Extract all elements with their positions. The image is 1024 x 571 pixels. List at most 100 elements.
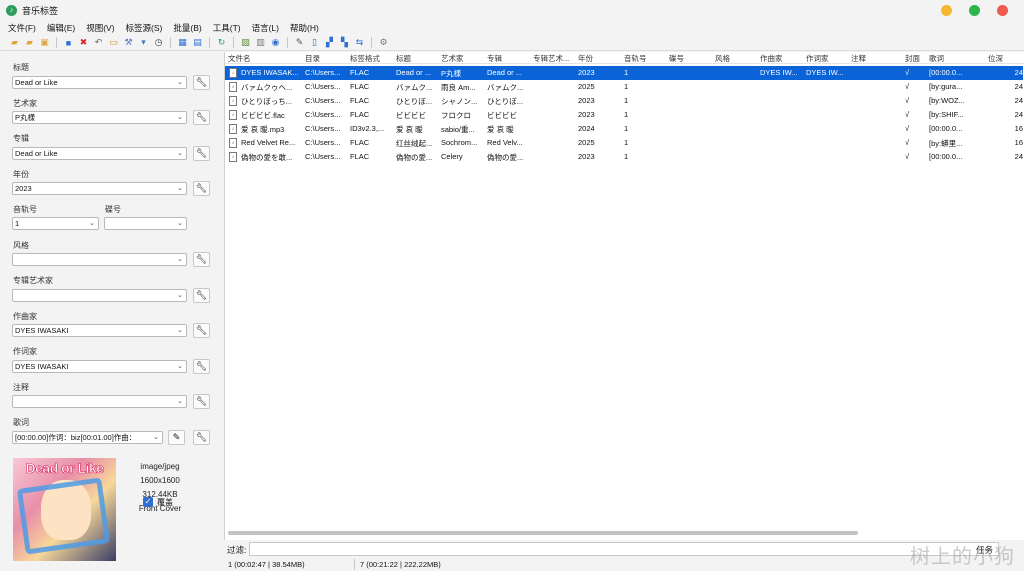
- column-header[interactable]: 作曲家: [760, 53, 804, 64]
- open-folder-icon[interactable]: ▰: [8, 37, 21, 49]
- close-button[interactable]: [997, 5, 1008, 16]
- table-row[interactable]: ♪ ビビビビ.flac C:\Users... FLAC ビビビビ フロクロ ビビビビ 202…: [225, 108, 1023, 122]
- table-row[interactable]: ♪ 爱 哀 暧.mp3 C:\Users... ID3v2.3,... 爱 哀 暧 sab…: [225, 122, 1023, 136]
- title-wrench-button[interactable]: 🔧︎: [193, 75, 210, 90]
- table-cell: C:\Users...: [305, 82, 341, 91]
- menu-view[interactable]: 视图(V): [86, 22, 114, 34]
- chevron-down-icon[interactable]: ⌄: [177, 77, 183, 88]
- chevron-down-icon[interactable]: ⌄: [177, 254, 183, 265]
- genre-field[interactable]: ⌄: [12, 253, 187, 266]
- chevron-down-icon[interactable]: ⌄: [89, 218, 95, 229]
- column-header[interactable]: 专辑: [487, 53, 531, 64]
- menu-edit[interactable]: 编辑(E): [47, 22, 75, 34]
- menu-batch[interactable]: 批量(B): [173, 22, 201, 34]
- undo-icon[interactable]: ↶: [92, 37, 105, 49]
- column-header[interactable]: 文件名: [228, 53, 303, 64]
- add-files-icon[interactable]: ▣: [38, 37, 51, 49]
- cover-art[interactable]: Dead or Like: [13, 458, 116, 561]
- column-header[interactable]: 标题: [396, 53, 440, 64]
- grid-icon[interactable]: ▤: [191, 37, 204, 49]
- chevron-down-icon[interactable]: ⌄: [177, 396, 183, 407]
- refresh-icon[interactable]: ↻: [215, 37, 228, 49]
- delete-icon[interactable]: ✖: [77, 37, 90, 49]
- lyrics-wrench-button[interactable]: 🔧︎: [193, 430, 210, 445]
- table-cell: 爱 哀 暧: [396, 125, 423, 134]
- table-row[interactable]: ♪ Red Velvet Re... C:\Users... FLAC 红丝绒起... S…: [225, 136, 1023, 150]
- magic-icon[interactable]: ✎: [293, 37, 306, 49]
- table-cell: [00:00.0...: [929, 68, 963, 77]
- menu-help[interactable]: 帮助(H): [290, 22, 319, 34]
- column-header[interactable]: 音轨号: [624, 53, 668, 64]
- maximize-button[interactable]: [969, 5, 980, 16]
- album-field[interactable]: Dead or Like ⌄: [12, 147, 187, 160]
- table-row[interactable]: ♪ 偽物の愛を敢... C:\Users... FLAC 偽物の愛... Celery 偽物…: [225, 150, 1023, 164]
- album-artist-wrench-button[interactable]: 🔧︎: [193, 288, 210, 303]
- chevron-down-icon[interactable]: ⌄: [177, 218, 183, 229]
- table-row[interactable]: ♪ ひとりぼっち... C:\Users... FLAC ひとりぼ... シャノン... ひ…: [225, 94, 1023, 108]
- chevron-down-icon[interactable]: ⌄: [177, 112, 183, 123]
- horizontal-scrollbar[interactable]: [228, 531, 858, 535]
- lyrics-field[interactable]: [00:00.00]作词：biz[00:01.00]作曲： ⌄: [12, 431, 163, 444]
- chevron-down-icon[interactable]: ⌄: [177, 361, 183, 372]
- album-wrench-button[interactable]: 🔧︎: [193, 146, 210, 161]
- table-cell: C:\Users...: [305, 138, 341, 147]
- table-row[interactable]: ♪ DYES IWASAK... C:\Users... FLAC Dead or ..…: [225, 66, 1023, 80]
- menu-language[interactable]: 语言(L): [252, 22, 279, 34]
- artist-wrench-button[interactable]: 🔧︎: [193, 110, 210, 125]
- rename-icon[interactable]: ⇆: [353, 37, 366, 49]
- menu-tag-source[interactable]: 标签源(S): [126, 22, 163, 34]
- table-row[interactable]: ♪ バァムクゥヘ... C:\Users... FLAC バァムク... 雨良 Am...…: [225, 80, 1023, 94]
- lyricist-wrench-button[interactable]: 🔧︎: [193, 359, 210, 374]
- column-header[interactable]: 风格: [715, 53, 759, 64]
- filter-input[interactable]: [249, 542, 999, 556]
- year-wrench-button[interactable]: 🔧︎: [193, 181, 210, 196]
- comment-wrench-button[interactable]: 🔧︎: [193, 394, 210, 409]
- column-header[interactable]: 艺术家: [441, 53, 485, 64]
- title-field[interactable]: Dead or Like ⌄: [12, 76, 187, 89]
- image-icon[interactable]: ▧: [239, 37, 252, 49]
- add-folder-icon[interactable]: ▰: [23, 37, 36, 49]
- settings-icon[interactable]: ⚙: [377, 37, 390, 49]
- column-header[interactable]: 注释: [851, 53, 895, 64]
- lyricist-field[interactable]: DYES IWASAKI ⌄: [12, 360, 187, 373]
- column-header[interactable]: 碟号: [669, 53, 713, 64]
- chevron-down-icon[interactable]: ⌄: [153, 432, 159, 443]
- composer-field[interactable]: DYES IWASAKI ⌄: [12, 324, 187, 337]
- chevron-down-icon[interactable]: ⌄: [177, 183, 183, 194]
- lyrics-edit-button[interactable]: ✎: [168, 430, 185, 445]
- tag-icon[interactable]: ▾: [137, 37, 150, 49]
- save-icon[interactable]: ■: [62, 37, 75, 49]
- move-icon[interactable]: ▚: [338, 37, 351, 49]
- chevron-down-icon[interactable]: ⌄: [177, 148, 183, 159]
- column-header[interactable]: 歌词: [929, 53, 985, 64]
- comment-field[interactable]: ⌄: [12, 395, 187, 408]
- split-icon[interactable]: ▞: [323, 37, 336, 49]
- column-header[interactable]: 年份: [578, 53, 622, 64]
- chevron-down-icon[interactable]: ⌄: [177, 325, 183, 336]
- track-field[interactable]: 1 ⌄: [12, 217, 99, 230]
- minimize-button[interactable]: [941, 5, 952, 16]
- book-icon[interactable]: ▭: [107, 37, 120, 49]
- menu-tools[interactable]: 工具(T): [213, 22, 241, 34]
- clock-icon[interactable]: ◷: [152, 37, 165, 49]
- column-header[interactable]: 目录: [305, 53, 348, 64]
- grid-icon[interactable]: ▦: [176, 37, 189, 49]
- composer-wrench-button[interactable]: 🔧︎: [193, 323, 210, 338]
- year-field[interactable]: 2023 ⌄: [12, 182, 187, 195]
- overwrite-checkbox[interactable]: ✓: [143, 497, 153, 507]
- column-header[interactable]: 位深: [988, 53, 1023, 64]
- disc-icon[interactable]: ◉: [269, 37, 282, 49]
- tools-icon[interactable]: ⚒: [122, 37, 135, 49]
- image-icon[interactable]: ▥: [254, 37, 267, 49]
- copy-icon[interactable]: ▯: [308, 37, 321, 49]
- column-header[interactable]: 标签格式: [350, 53, 394, 64]
- album-artist-field[interactable]: ⌄: [12, 289, 187, 302]
- menu-file[interactable]: 文件(F): [8, 22, 36, 34]
- column-header[interactable]: 封面: [905, 53, 925, 64]
- column-header[interactable]: 专辑艺术...: [533, 53, 577, 64]
- column-header[interactable]: 作词家: [806, 53, 850, 64]
- artist-field[interactable]: P丸様 ⌄: [12, 111, 187, 124]
- disc-field[interactable]: ⌄: [104, 217, 187, 230]
- genre-wrench-button[interactable]: 🔧︎: [193, 252, 210, 267]
- chevron-down-icon[interactable]: ⌄: [177, 290, 183, 301]
